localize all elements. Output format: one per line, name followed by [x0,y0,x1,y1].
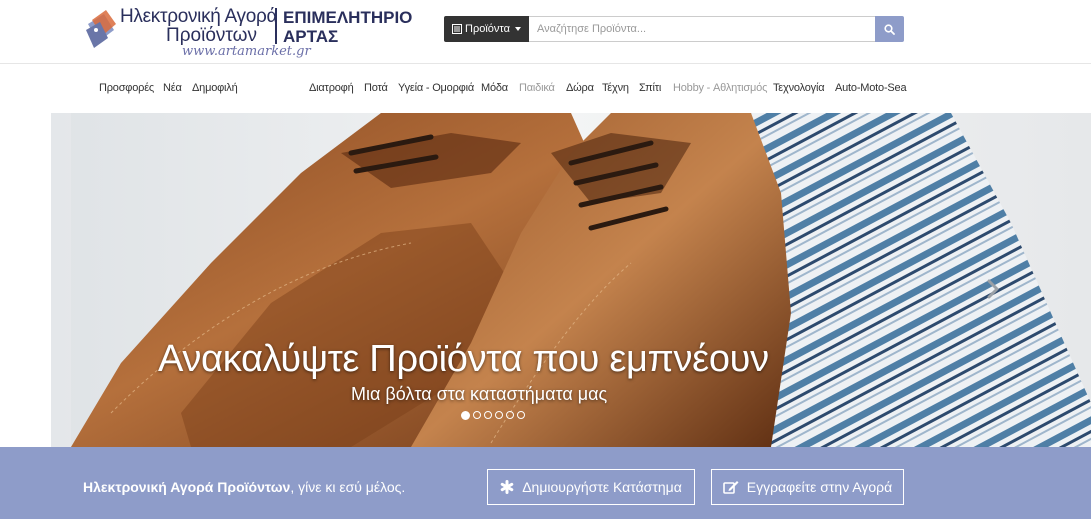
list-icon [452,24,463,34]
site-logo[interactable]: Ηλεκτρονική Αγορά Προϊόντων www.artamark… [84,4,412,60]
nav-cat-health-beauty[interactable]: Υγεία - Ομορφιά [398,82,474,94]
carousel-dot[interactable] [484,411,492,419]
membership-band: Ηλεκτρονική Αγορά Προϊόντων, γίνε κι εσύ… [0,447,1091,519]
nav-cat-hobby-sports[interactable]: Hobby - Αθλητισμός [673,82,767,94]
carousel-dot[interactable] [495,411,503,419]
search-button[interactable] [875,16,904,42]
header: Ηλεκτρονική Αγορά Προϊόντων www.artamark… [0,0,1091,64]
create-store-button[interactable]: Δημιουργήστε Κατάστημα [487,469,695,505]
create-store-label: Δημιουργήστε Κατάστημα [522,479,682,495]
chevron-right-icon[interactable] [986,278,1000,300]
main-nav: Προσφορές Νέα Δημοφιλή Διατροφή Ποτά Υγε… [0,64,1091,113]
price-tag-logo-icon [86,10,116,48]
hero-carousel: Ανακαλύψτε Προϊόντα που εμπνέουν Μια βόλ… [51,113,1091,447]
membership-text-bold: Ηλεκτρονική Αγορά Προϊόντων [83,479,291,495]
register-button[interactable]: Εγγραφείτε στην Αγορά [711,469,904,505]
edit-icon [722,481,739,494]
nav-offers[interactable]: Προσφορές [99,82,154,94]
nav-cat-food[interactable]: Διατροφή [309,82,354,94]
carousel-dot[interactable] [473,411,481,419]
nav-cat-home[interactable]: Σπίτι [639,82,661,94]
search-bar: Προϊόντα [444,16,904,42]
hero-title: Ανακαλύψτε Προϊόντα που εμπνέουν [158,338,769,380]
logo-divider [275,8,277,44]
search-category-label: Προϊόντα [465,23,510,35]
nav-cat-drinks[interactable]: Ποτά [364,82,388,94]
caret-down-icon [514,27,521,31]
logo-chamber-line1: ΕΠΙΜΕΛΗΤΗΡΙΟ [283,8,413,27]
asterisk-icon [500,480,514,494]
membership-text: Ηλεκτρονική Αγορά Προϊόντων, γίνε κι εσύ… [83,479,405,495]
search-input[interactable] [529,16,875,42]
carousel-indicators [461,411,525,420]
nav-cat-technology[interactable]: Τεχνολογία [773,82,825,94]
search-category-dropdown[interactable]: Προϊόντα [444,16,529,42]
membership-text-rest: , γίνε κι εσύ μέλος. [290,479,406,495]
hero-subtitle: Μια βόλτα στα καταστήματα μας [351,384,608,404]
nav-popular[interactable]: Δημοφιλή [192,82,238,94]
nav-new[interactable]: Νέα [163,82,182,94]
carousel-dot[interactable] [506,411,514,419]
nav-cat-art[interactable]: Τέχνη [602,82,629,94]
logo-chamber-line2: ΑΡΤΑΣ [283,27,339,46]
carousel-dot[interactable] [517,411,525,419]
nav-cat-gifts[interactable]: Δώρα [566,82,594,94]
nav-cat-auto-moto-sea[interactable]: Auto-Moto-Sea [835,82,907,94]
nav-cat-kids[interactable]: Παιδικά [519,82,555,94]
register-label: Εγγραφείτε στην Αγορά [746,479,893,495]
search-icon [884,23,895,35]
nav-cat-fashion[interactable]: Μόδα [481,82,508,94]
carousel-dot[interactable] [461,411,470,420]
